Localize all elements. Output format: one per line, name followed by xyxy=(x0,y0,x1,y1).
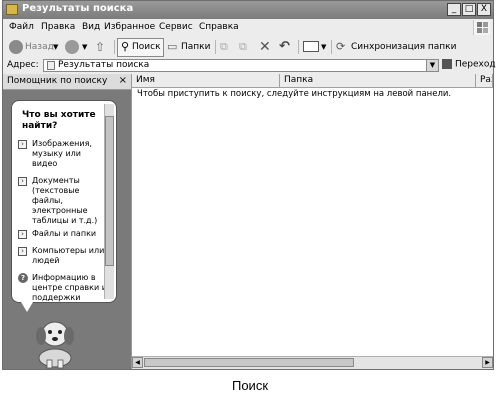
move-to-icon[interactable]: ⧉ xyxy=(220,39,228,55)
views-icon[interactable] xyxy=(303,41,319,52)
search-options-bubble: Что вы хотите найти? › Изображения, музы… xyxy=(11,100,117,303)
search-dog-icon[interactable] xyxy=(25,314,85,369)
search-button[interactable]: ⚲ Поиск xyxy=(117,38,164,57)
close-button[interactable]: X xyxy=(477,3,491,16)
document-icon xyxy=(47,61,55,70)
views-dropdown-icon[interactable]: ▼ xyxy=(321,39,326,55)
search-companion-title: Помощник по поиску xyxy=(7,76,108,86)
windows-logo-icon xyxy=(473,20,490,35)
delete-icon[interactable]: ✕ xyxy=(259,39,271,55)
copy-to-icon[interactable]: ⧉ xyxy=(239,39,247,55)
folders-button[interactable]: Папки xyxy=(181,39,210,55)
menu-favorites[interactable]: Избранное xyxy=(104,22,155,32)
arrow-icon: › xyxy=(18,140,27,149)
sync-icon[interactable]: ⟳ xyxy=(336,39,345,55)
explorer-window: Результаты поиска _ □ X Файл Правка Вид … xyxy=(2,0,496,370)
help-icon: ? xyxy=(18,273,28,283)
address-bar: Адрес: Результаты поиска ▼ Переход xyxy=(3,58,496,75)
figure-caption: Поиск xyxy=(231,378,269,393)
forward-dropdown-icon[interactable]: ▼ xyxy=(82,39,87,55)
close-pane-icon[interactable]: × xyxy=(119,75,127,86)
back-button[interactable]: Назад xyxy=(25,39,54,55)
menu-file[interactable]: Файл xyxy=(9,22,34,32)
menu-bar: Файл Правка Вид Избранное Сервис Справка xyxy=(3,19,493,37)
address-label: Адрес: xyxy=(7,60,39,70)
horizontal-scrollbar[interactable]: ◀ ▶ xyxy=(132,356,493,369)
column-header-name[interactable]: Имя xyxy=(132,74,280,88)
column-header-size[interactable]: Разм xyxy=(476,74,493,88)
window-title: Результаты поиска xyxy=(22,3,134,14)
go-arrow-icon xyxy=(442,59,452,69)
search-companion-pane: Помощник по поиску × Что вы хотите найти… xyxy=(3,74,131,369)
search-folder-icon xyxy=(6,4,18,15)
back-arrow-icon[interactable] xyxy=(9,40,23,54)
address-dropdown-icon[interactable]: ▼ xyxy=(426,60,438,71)
bubble-tail xyxy=(21,302,33,312)
scroll-left-icon[interactable]: ◀ xyxy=(132,357,143,368)
search-companion-header: Помощник по поиску × xyxy=(3,74,131,90)
minimize-button[interactable]: _ xyxy=(447,3,461,16)
menu-edit[interactable]: Правка xyxy=(41,22,75,32)
maximize-button[interactable]: □ xyxy=(462,3,476,16)
arrow-icon: › xyxy=(18,230,27,239)
toolbar: Назад ▼ ▼ ⇧ ⚲ Поиск ▭ Папки ⧉ ⧉ ✕ ↶ ▼ ⟳ … xyxy=(3,36,493,59)
horizontal-scroll-thumb[interactable] xyxy=(144,358,354,367)
results-instruction: Чтобы приступить к поиску, следуйте инст… xyxy=(137,89,452,99)
menu-help[interactable]: Справка xyxy=(199,22,239,32)
back-dropdown-icon[interactable]: ▼ xyxy=(53,39,58,55)
menu-view[interactable]: Вид xyxy=(82,22,100,32)
results-pane: Имя Папка Разм Чтобы приступить к поиску… xyxy=(131,74,493,369)
forward-arrow-icon[interactable] xyxy=(65,40,79,54)
search-question: Что вы хотите найти? xyxy=(22,110,96,131)
menu-tools[interactable]: Сервис xyxy=(159,22,193,32)
bubble-scroll-thumb[interactable] xyxy=(105,116,114,266)
bubble-scrollbar[interactable] xyxy=(104,104,114,299)
column-header-folder[interactable]: Папка xyxy=(280,74,476,88)
sync-folder-button[interactable]: Синхронизация папки xyxy=(351,39,456,55)
up-folder-icon[interactable]: ⇧ xyxy=(95,39,105,55)
undo-icon[interactable]: ↶ xyxy=(279,39,290,55)
magnifier-icon: ⚲ xyxy=(121,40,130,53)
title-bar: Результаты поиска _ □ X xyxy=(3,1,493,19)
arrow-icon: › xyxy=(18,247,27,256)
arrow-icon: › xyxy=(18,177,27,186)
scroll-right-icon[interactable]: ▶ xyxy=(482,357,493,368)
address-input[interactable]: Результаты поиска ▼ xyxy=(43,59,439,72)
folders-icon[interactable]: ▭ xyxy=(167,39,177,55)
go-button[interactable]: Переход xyxy=(442,59,496,70)
